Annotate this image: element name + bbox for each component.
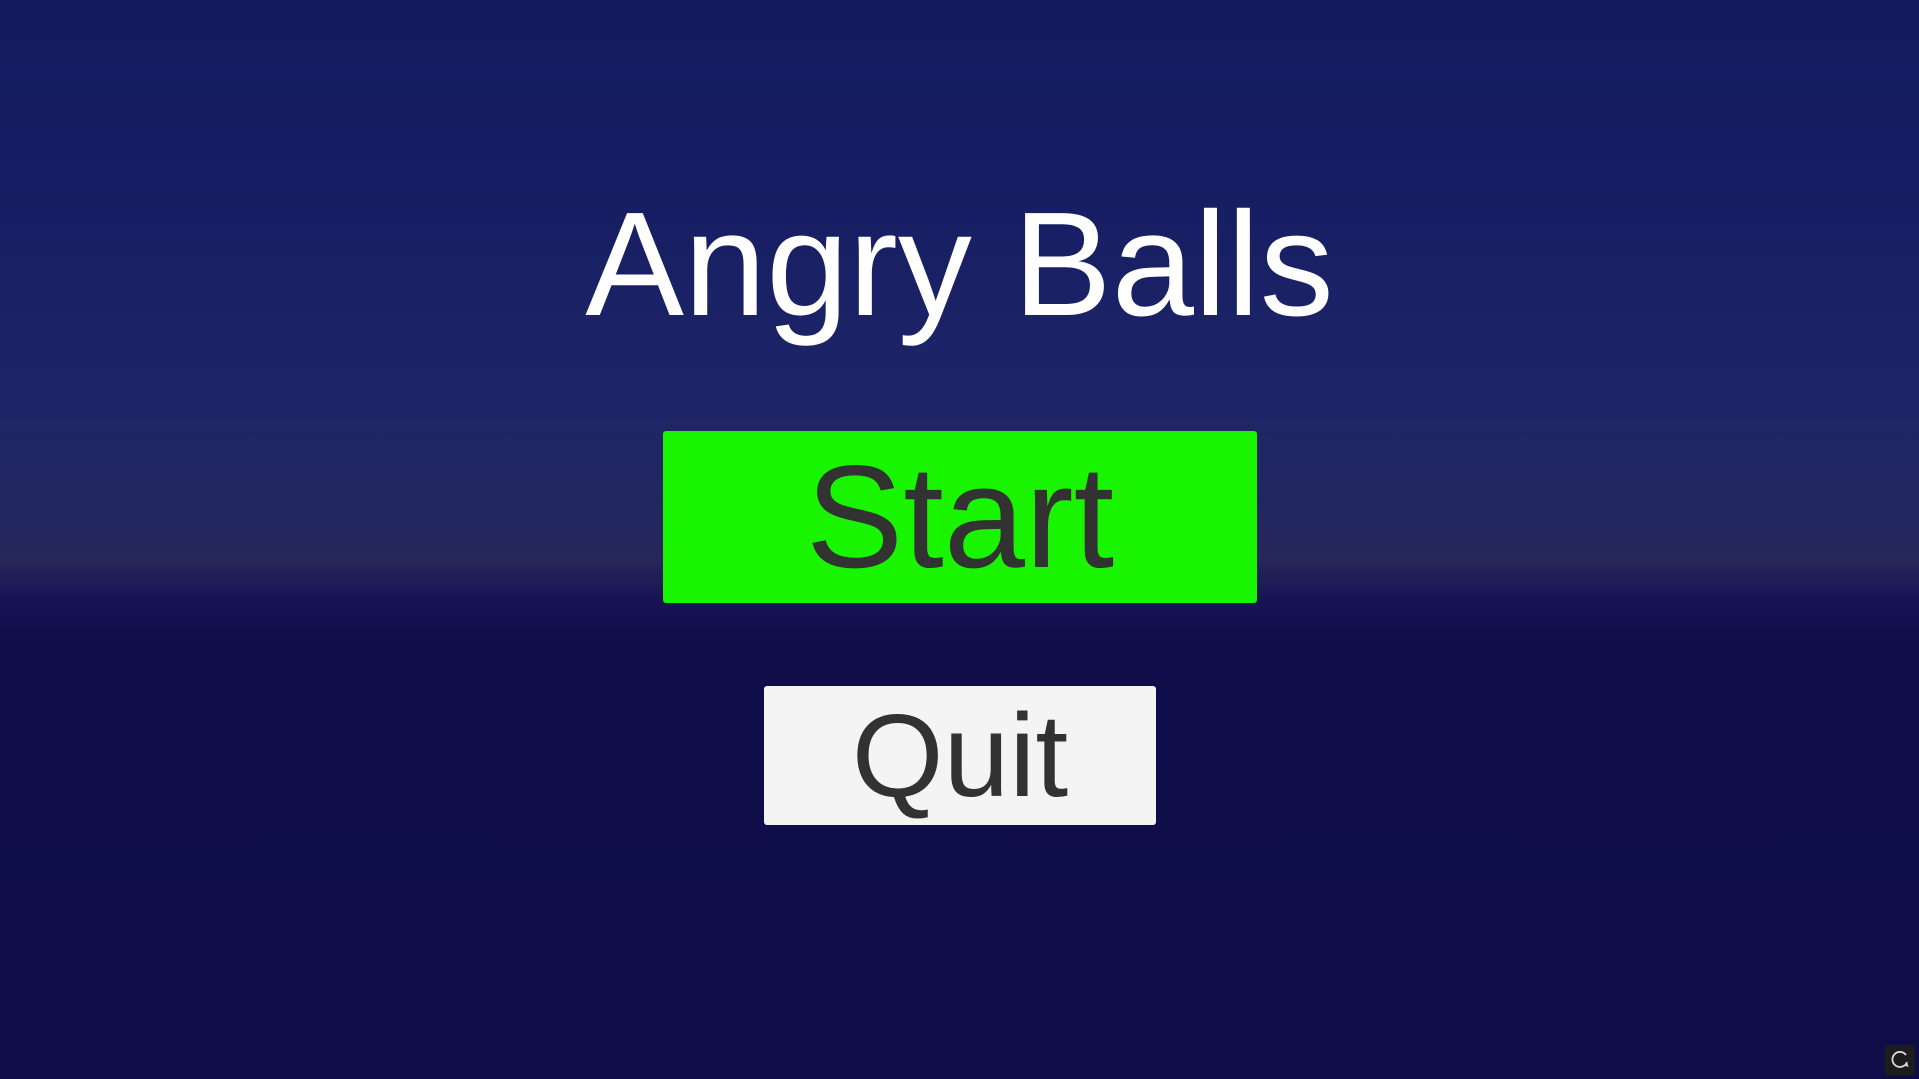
quit-button[interactable]: Quit — [764, 686, 1156, 825]
refresh-icon[interactable] — [1885, 1045, 1915, 1075]
game-title: Angry Balls — [585, 182, 1334, 347]
quit-button-label: Quit — [851, 689, 1069, 822]
start-button-label: Start — [805, 435, 1115, 598]
start-button[interactable]: Start — [663, 431, 1257, 603]
